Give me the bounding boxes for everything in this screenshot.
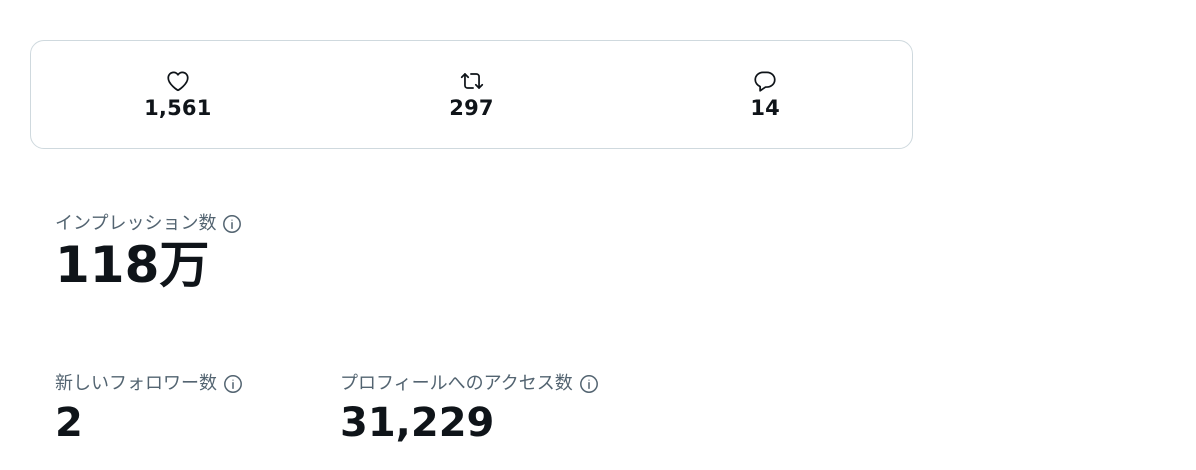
info-icon[interactable] bbox=[223, 374, 243, 394]
profile-visits-stat: プロフィールへのアクセス数 31,229 bbox=[340, 372, 599, 448]
likes-metric[interactable]: 1,561 bbox=[31, 41, 325, 148]
profile-visits-label: プロフィールへのアクセス数 bbox=[340, 373, 573, 394]
impressions-label: インプレッション数 bbox=[55, 213, 217, 234]
replies-metric[interactable]: 14 bbox=[618, 41, 912, 148]
engagement-summary-card: 1,561 297 14 bbox=[30, 40, 913, 149]
tweet-analytics-panel: 1,561 297 14 インプレッション数 118万 新しいフォロワー数 2 … bbox=[0, 0, 1196, 470]
replies-count: 14 bbox=[750, 96, 780, 120]
info-icon[interactable] bbox=[222, 214, 242, 234]
new-followers-stat: 新しいフォロワー数 2 bbox=[55, 372, 243, 448]
profile-visits-value: 31,229 bbox=[340, 400, 495, 446]
retweet-icon bbox=[459, 68, 485, 94]
heart-icon bbox=[165, 68, 191, 94]
impressions-value: 118万 bbox=[55, 236, 210, 294]
impressions-stat: インプレッション数 118万 bbox=[55, 212, 242, 296]
retweets-metric[interactable]: 297 bbox=[325, 41, 619, 148]
likes-count: 1,561 bbox=[144, 96, 212, 120]
info-icon[interactable] bbox=[579, 374, 599, 394]
reply-icon bbox=[752, 68, 778, 94]
retweets-count: 297 bbox=[449, 96, 494, 120]
new-followers-label: 新しいフォロワー数 bbox=[55, 373, 217, 394]
new-followers-value: 2 bbox=[55, 400, 83, 446]
